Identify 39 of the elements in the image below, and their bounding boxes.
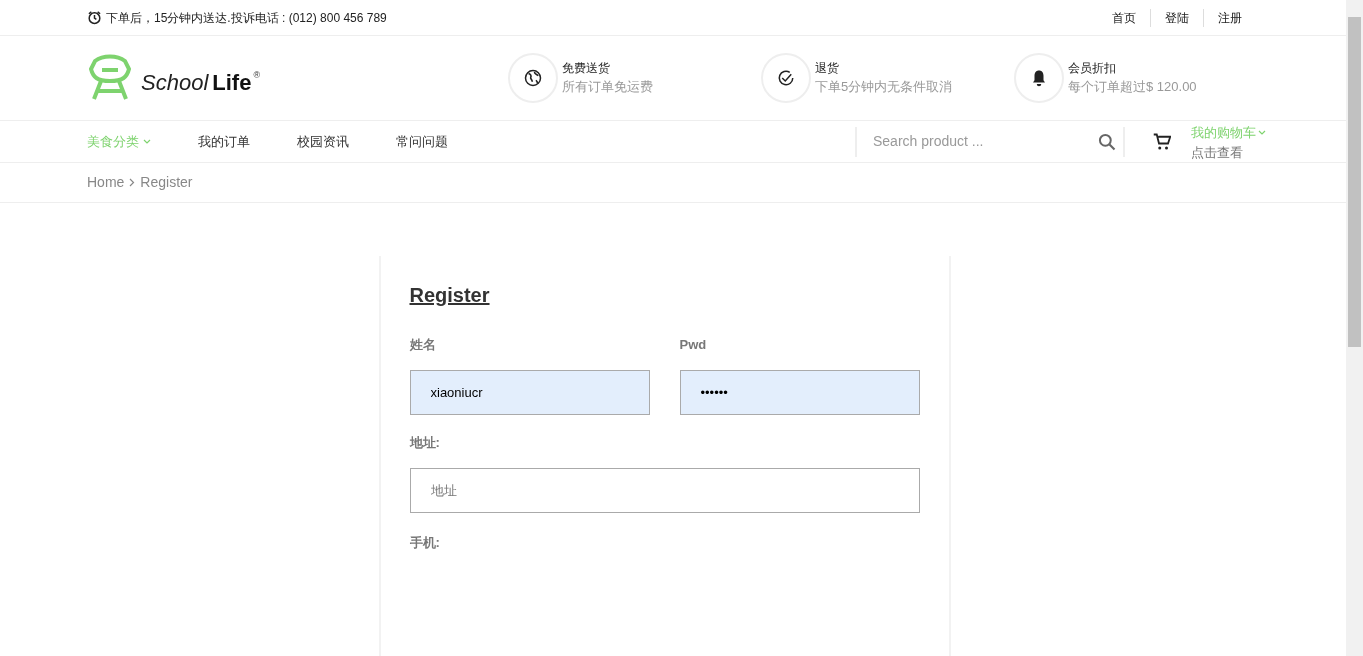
form-title: Register [409,283,491,308]
nav-link[interactable]: 常问问题 [396,132,448,152]
notice-text: 下单后，15分钟内送达.投诉电话 : (012) 800 456 789 [106,9,387,27]
top-link[interactable]: 注册 [1203,8,1256,27]
field-label: 手机: [409,534,441,552]
scrollbar-thumb[interactable] [1348,17,1361,347]
breadcrumb-link[interactable]: Home [87,172,125,194]
input-field[interactable]: xiaoniucr [409,370,650,415]
logo-text: Life [212,68,252,97]
input-field[interactable]: •••••• [679,370,920,415]
chevron-down-icon [1258,130,1266,137]
breadcrumb-current: Register [140,173,193,193]
chevron-right-icon [129,178,136,188]
chevron-down-icon [143,138,151,145]
cart-subtitle: 点击查看 [1191,143,1244,162]
input-field[interactable]: 地址 [409,468,920,513]
check-circle-icon [777,69,795,88]
feature-title: 免费送货 [562,60,611,78]
cart-icon[interactable] [1153,132,1171,151]
nav-link[interactable]: 我的订单 [198,132,250,152]
alarm-clock-icon [87,10,102,26]
bell-icon [1031,69,1047,88]
field-label: 地址: [409,435,441,451]
top-link[interactable]: 首页 [1098,8,1150,27]
feature-subtitle: 下单5分钟内无条件取消 [815,78,953,97]
registered-mark: ® [253,69,261,83]
search-icon[interactable] [1097,131,1117,152]
feature-title: 退货 [815,60,840,78]
top-link[interactable]: 登陆 [1150,8,1203,27]
field-label: 姓名 [409,337,437,353]
logo-text: School [141,68,209,97]
nav-link[interactable]: 校园资讯 [297,132,349,152]
feature-subtitle: 每个订单超过$ 120.00 [1068,78,1197,97]
feature-title: 会员折扣 [1068,60,1117,78]
logo[interactable]: School Life® [87,53,508,104]
field-label: Pwd [679,337,708,353]
globe-icon [524,69,542,88]
search-field[interactable]: Search product ... [873,131,1097,153]
feature-subtitle: 所有订单免运费 [562,78,653,97]
